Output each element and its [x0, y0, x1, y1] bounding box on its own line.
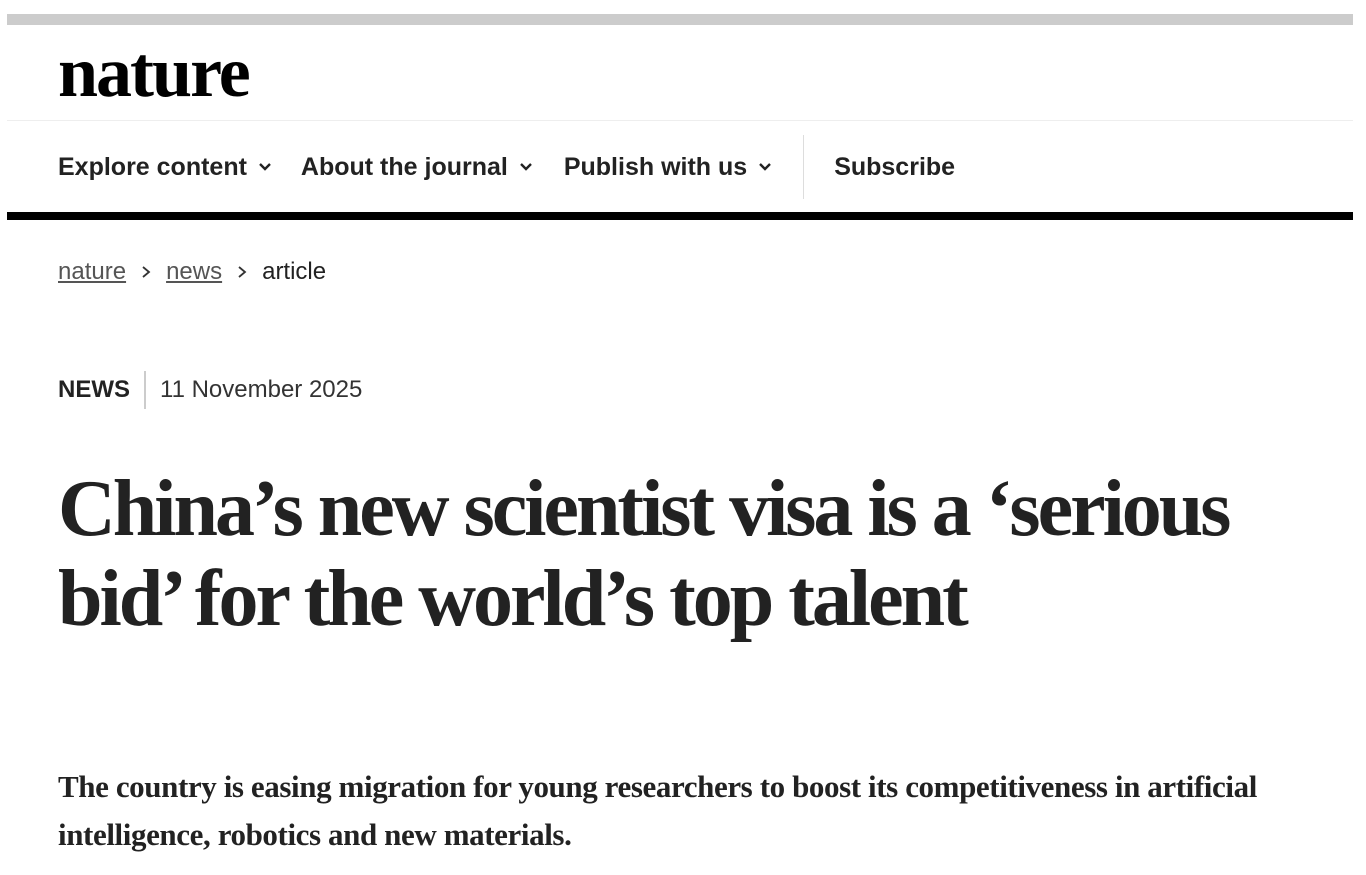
breadcrumb: nature news article	[58, 256, 326, 288]
nav-bottom-rule	[7, 212, 1353, 220]
main-nav: Explore content About the journal Publis…	[58, 135, 955, 199]
nav-publish-with-us-label: Publish with us	[563, 152, 748, 181]
top-strip	[7, 14, 1353, 25]
chevron-down-icon	[759, 163, 772, 171]
nature-logo[interactable]: nature	[58, 28, 251, 116]
breadcrumb-link-news[interactable]: news	[166, 258, 222, 286]
article-date: 11 November 2025	[160, 376, 363, 403]
chevron-right-icon	[142, 266, 151, 278]
nav-explore-content[interactable]: Explore content	[58, 135, 273, 199]
article-type-badge: NEWS	[58, 371, 146, 409]
chevron-down-icon	[259, 163, 271, 171]
nav-subscribe-label: Subscribe	[834, 152, 956, 181]
breadcrumb-current: article	[262, 258, 327, 285]
nav-about-the-journal-label: About the journal	[300, 152, 508, 181]
breadcrumb-link-nature[interactable]: nature	[58, 258, 126, 286]
nav-subscribe[interactable]: Subscribe	[804, 135, 955, 199]
article-meta: NEWS 11 November 2025	[58, 370, 362, 410]
nav-publish-with-us[interactable]: Publish with us	[563, 135, 805, 199]
header-divider	[7, 120, 1353, 121]
article-title: China’s new scientist visa is a ‘serious…	[58, 465, 1231, 643]
chevron-right-icon	[238, 266, 247, 278]
chevron-down-icon	[519, 163, 532, 171]
nav-about-the-journal[interactable]: About the journal	[301, 135, 534, 199]
article-standfirst: The country is easing migration for youn…	[58, 769, 1257, 852]
page: nature Explore content About the journal…	[0, 0, 1366, 875]
nav-explore-content-label: Explore content	[58, 152, 247, 181]
